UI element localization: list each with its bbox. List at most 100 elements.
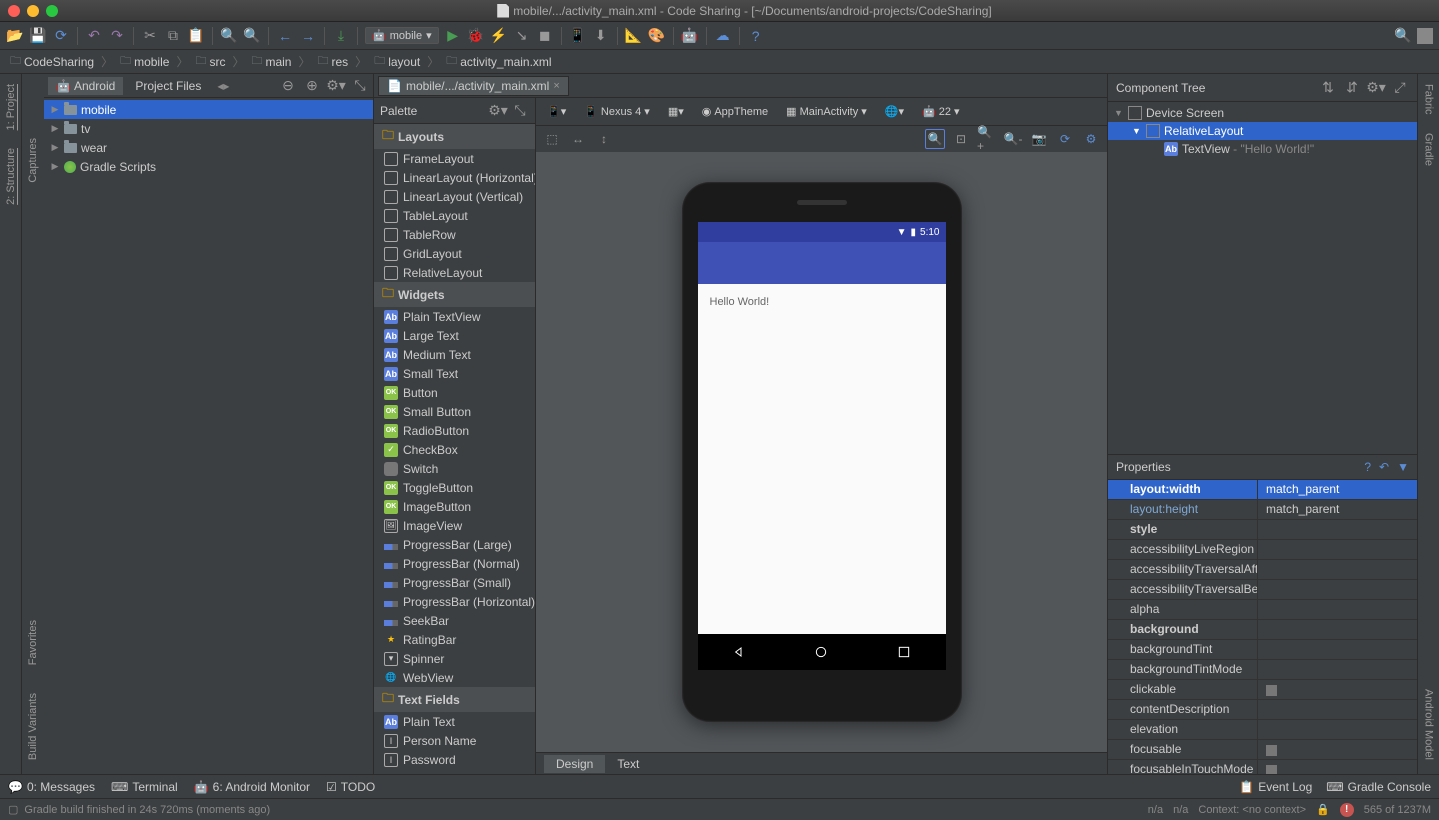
property-row[interactable]: accessibilityLiveRegion (1108, 540, 1417, 560)
theme-dropdown[interactable]: ◉ AppTheme (697, 103, 773, 120)
android-tab[interactable]: 🤖 Android (48, 77, 123, 95)
help-icon[interactable]: ? (747, 27, 765, 45)
palette-item[interactable]: RelativeLayout (374, 263, 535, 282)
expand-arrow-icon[interactable] (1108, 740, 1122, 759)
lock-icon[interactable]: 🔒 (1316, 803, 1330, 816)
breadcrumb-item[interactable]: 🗀layout (370, 51, 424, 72)
search-icon[interactable]: 🔍 (1394, 27, 1412, 45)
palette-item[interactable]: OKToggleButton (374, 478, 535, 497)
gradle-tool-tab[interactable]: Gradle (1421, 129, 1437, 170)
palette-item[interactable]: ProgressBar (Normal) (374, 554, 535, 573)
palette-item[interactable]: OKRadioButton (374, 421, 535, 440)
palette-item[interactable]: ProgressBar (Large) (374, 535, 535, 554)
design-canvas[interactable]: ▼ ▮ 5:10 Hello World! (536, 152, 1107, 752)
expand-arrow-icon[interactable] (1108, 520, 1122, 539)
device-dropdown[interactable]: 📱 Nexus 4▾ (579, 103, 655, 120)
gear-icon[interactable]: ⚙▾ (327, 77, 345, 95)
breadcrumb-item[interactable]: 🗀src (191, 51, 229, 72)
run-icon[interactable]: ▶ (444, 27, 462, 45)
palette-list[interactable]: 🗀 LayoutsFrameLayoutLinearLayout (Horizo… (374, 124, 535, 774)
target-icon[interactable]: ⊕ (303, 77, 321, 95)
layout-icon[interactable]: 📐 (625, 27, 643, 45)
paste-icon[interactable]: 📋 (187, 27, 205, 45)
breadcrumb-item[interactable]: 🗀res (314, 51, 353, 72)
palette-item[interactable]: ▾Spinner (374, 649, 535, 668)
expand-arrow-icon[interactable] (1108, 620, 1122, 639)
make-icon[interactable]: ⤓ (332, 27, 350, 45)
error-badge-icon[interactable]: ! (1340, 803, 1354, 817)
forward-icon[interactable]: → (299, 27, 317, 45)
design-tab[interactable]: Design (544, 755, 605, 773)
property-row[interactable]: contentDescription (1108, 700, 1417, 720)
component-tree[interactable]: ▼Device Screen▼RelativeLayoutAbTextView … (1108, 102, 1417, 160)
palette-item[interactable]: AbPlain TextView (374, 307, 535, 326)
captures-tool-tab[interactable]: Captures (25, 134, 41, 187)
android-monitor-tool[interactable]: 🤖6: Android Monitor (194, 780, 310, 794)
locale-dropdown[interactable]: 🌐▾ (880, 103, 909, 120)
palette-category[interactable]: 🗀 Text Fields (374, 687, 535, 712)
property-row[interactable]: clickable (1108, 680, 1417, 700)
expand-arrow-icon[interactable] (1108, 560, 1122, 579)
palette-item[interactable]: 🌐WebView (374, 668, 535, 687)
orientation-icon[interactable]: 📱▾ (542, 103, 571, 120)
palette-item[interactable]: TableLayout (374, 206, 535, 225)
expand-arrow-icon[interactable]: ▶ (50, 161, 60, 172)
copy-icon[interactable]: ⧉ (164, 27, 182, 45)
property-row[interactable]: accessibilityTraversalAfter (1108, 560, 1417, 580)
property-row[interactable]: elevation (1108, 720, 1417, 740)
status-context[interactable]: Context: <no context> (1198, 804, 1306, 816)
api-dropdown[interactable]: 🤖 22▾ (917, 103, 964, 120)
device-screen[interactable]: ▼ ▮ 5:10 Hello World! (698, 222, 946, 670)
expand-arrow-icon[interactable] (1108, 760, 1122, 774)
breadcrumb-item[interactable]: 🗀activity_main.xml (442, 51, 555, 72)
expand-arrow-icon[interactable] (1108, 500, 1122, 519)
build-variants-tool-tab[interactable]: Build Variants (25, 689, 41, 764)
checkbox-icon[interactable] (1266, 745, 1277, 756)
zoom-actual-icon[interactable]: ⊡ (951, 129, 971, 149)
checkbox-icon[interactable] (1266, 685, 1277, 696)
breadcrumb-item[interactable]: 🗀main (247, 51, 295, 72)
project-tree[interactable]: ▶mobile▶tv▶wear▶Gradle Scripts (44, 98, 373, 774)
settings-icon[interactable]: ⚙ (1081, 129, 1101, 149)
sdk-icon[interactable]: ⬇ (592, 27, 610, 45)
gradle-console-tool[interactable]: ⌨Gradle Console (1326, 780, 1431, 794)
component-tree-item[interactable]: AbTextView - "Hello World!" (1108, 140, 1417, 158)
close-window-button[interactable] (8, 5, 20, 17)
palette-item[interactable]: LinearLayout (Vertical) (374, 187, 535, 206)
sync-icon[interactable]: ⟳ (52, 27, 70, 45)
terminal-tool[interactable]: ⌨Terminal (111, 780, 178, 794)
palette-hide-icon[interactable]: ⤡ (511, 102, 529, 120)
property-row[interactable]: backgroundTintMode (1108, 660, 1417, 680)
palette-item[interactable]: AbMedium Text (374, 345, 535, 364)
project-tree-item[interactable]: ▶mobile (44, 100, 373, 119)
undo-icon[interactable]: ↶ (85, 27, 103, 45)
mode-dropdown[interactable]: ▦▾ (663, 103, 689, 120)
property-row[interactable]: background (1108, 620, 1417, 640)
properties-table[interactable]: layout:widthmatch_parentlayout:heightmat… (1108, 480, 1417, 774)
structure-tool-tab[interactable]: 2: Structure (3, 144, 19, 209)
refresh-icon[interactable]: ⟳ (1055, 129, 1075, 149)
palette-item[interactable]: Switch (374, 459, 535, 478)
hide-icon[interactable]: ⤡ (351, 77, 369, 95)
property-row[interactable]: layout:heightmatch_parent (1108, 500, 1417, 520)
checkbox-icon[interactable] (1266, 765, 1277, 774)
property-row[interactable]: alpha (1108, 600, 1417, 620)
property-row[interactable]: focusableInTouchMode (1108, 760, 1417, 774)
filter-icon[interactable]: ▼ (1397, 460, 1409, 474)
stop-icon[interactable]: ◼ (536, 27, 554, 45)
palette-gear-icon[interactable]: ⚙▾ (489, 102, 507, 120)
property-row[interactable]: style (1108, 520, 1417, 540)
todo-tool[interactable]: ☑TODO (326, 780, 375, 794)
theme-icon[interactable]: 🎨 (648, 27, 666, 45)
activity-dropdown[interactable]: ▦ MainActivity▾ (781, 103, 872, 120)
expand-arrow-icon[interactable] (1108, 700, 1122, 719)
zoom-in-icon[interactable]: 🔍+ (977, 129, 997, 149)
android-model-tool-tab[interactable]: Android Model (1421, 685, 1437, 764)
back-icon[interactable]: ← (276, 27, 294, 45)
collapse-all-icon[interactable]: ⇵ (1343, 79, 1361, 97)
editor-tab-activity-main[interactable]: 📄 mobile/.../activity_main.xml × (378, 76, 569, 96)
palette-item[interactable]: FrameLayout (374, 149, 535, 168)
save-icon[interactable]: 💾 (29, 27, 47, 45)
event-log-tool[interactable]: 📋Event Log (1239, 780, 1312, 794)
palette-item[interactable]: ProgressBar (Small) (374, 573, 535, 592)
